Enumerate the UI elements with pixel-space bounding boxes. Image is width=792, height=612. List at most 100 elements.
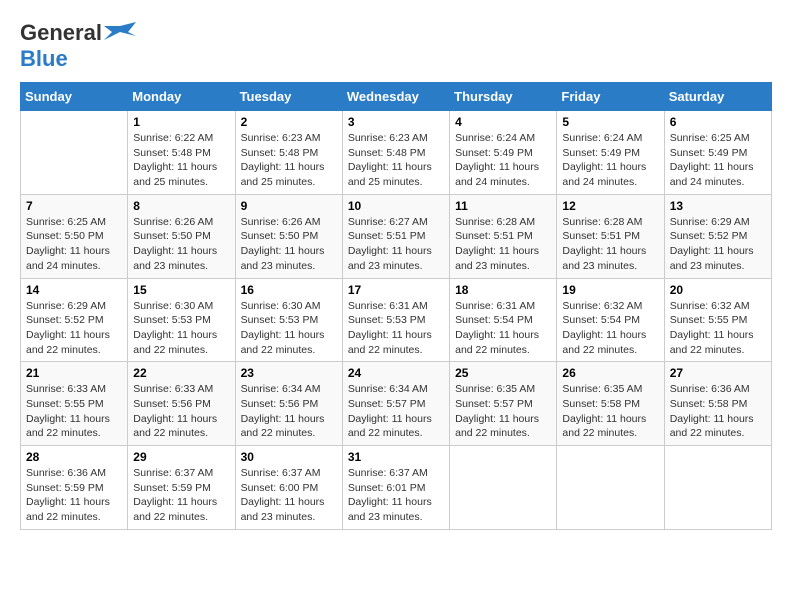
sunset-info: Sunset: 5:48 PM [133, 147, 211, 159]
sunrise-info: Sunrise: 6:24 AM [562, 132, 642, 144]
day-number: 18 [455, 283, 551, 297]
day-info: Sunrise: 6:30 AMSunset: 5:53 PMDaylight:… [133, 299, 229, 358]
sunset-info: Sunset: 5:49 PM [670, 147, 748, 159]
calendar-day-cell: 28 Sunrise: 6:36 AMSunset: 5:59 PMDayligh… [21, 446, 128, 530]
day-number: 16 [241, 283, 337, 297]
day-info: Sunrise: 6:37 AMSunset: 5:59 PMDaylight:… [133, 466, 229, 525]
daylight-info: Daylight: 11 hours [241, 161, 325, 173]
daylight-info: Daylight: 11 hours [133, 245, 217, 257]
calendar-day-cell: 3Sunrise: 6:23 AMSunset: 5:48 PMDaylight… [342, 111, 449, 195]
daylight-info: and 23 minutes. [455, 260, 530, 272]
sunrise-info: Sunrise: 6:23 AM [241, 132, 321, 144]
calendar-day-cell: 23Sunrise: 6:34 AMSunset: 5:56 PMDayligh… [235, 362, 342, 446]
calendar-day-cell: 22Sunrise: 6:33 AMSunset: 5:56 PMDayligh… [128, 362, 235, 446]
day-info: Sunrise: 6:30 AMSunset: 5:53 PMDaylight:… [241, 299, 337, 358]
daylight-info: Daylight: 11 hours [241, 329, 325, 341]
sunrise-info: Sunrise: 6:23 AM [348, 132, 428, 144]
sunset-info: Sunset: 5:57 PM [455, 398, 533, 410]
calendar-day-cell: 25Sunrise: 6:35 AMSunset: 5:57 PMDayligh… [450, 362, 557, 446]
page-header: General Blue [20, 20, 772, 72]
day-info: Sunrise: 6:24 AMSunset: 5:49 PMDaylight:… [455, 131, 551, 190]
daylight-info: Daylight: 11 hours [670, 413, 754, 425]
daylight-info: Daylight: 11 hours [455, 413, 539, 425]
day-info: Sunrise: 6:25 AMSunset: 5:50 PMDaylight:… [26, 215, 122, 274]
day-number: 10 [348, 199, 444, 213]
day-number: 15 [133, 283, 229, 297]
day-number: 5 [562, 115, 658, 129]
calendar-day-cell: 2Sunrise: 6:23 AMSunset: 5:48 PMDaylight… [235, 111, 342, 195]
calendar-day-cell: 27Sunrise: 6:36 AMSunset: 5:58 PMDayligh… [664, 362, 771, 446]
day-info: Sunrise: 6:31 AMSunset: 5:54 PMDaylight:… [455, 299, 551, 358]
daylight-info: Daylight: 11 hours [670, 161, 754, 173]
day-info: Sunrise: 6:32 AMSunset: 5:54 PMDaylight:… [562, 299, 658, 358]
daylight-info: Daylight: 11 hours [348, 329, 432, 341]
calendar-day-header: Wednesday [342, 83, 449, 111]
sunrise-info: Sunrise: 6:31 AM [455, 300, 535, 312]
day-info: Sunrise: 6:37 AMSunset: 6:00 PMDaylight:… [241, 466, 337, 525]
day-info: Sunrise: 6:28 AMSunset: 5:51 PMDaylight:… [455, 215, 551, 274]
sunset-info: Sunset: 5:59 PM [26, 482, 104, 494]
sunset-info: Sunset: 5:55 PM [26, 398, 104, 410]
day-info: Sunrise: 6:23 AMSunset: 5:48 PMDaylight:… [348, 131, 444, 190]
daylight-info: and 23 minutes. [241, 511, 316, 523]
daylight-info: Daylight: 11 hours [562, 329, 646, 341]
calendar-day-cell: 30Sunrise: 6:37 AMSunset: 6:00 PMDayligh… [235, 446, 342, 530]
daylight-info: Daylight: 11 hours [26, 496, 110, 508]
day-info: Sunrise: 6:26 AMSunset: 5:50 PMDaylight:… [241, 215, 337, 274]
calendar-day-cell: 10Sunrise: 6:27 AMSunset: 5:51 PMDayligh… [342, 194, 449, 278]
day-number: 8 [133, 199, 229, 213]
calendar-table: SundayMondayTuesdayWednesdayThursdayFrid… [20, 82, 772, 530]
day-number: 14 [26, 283, 122, 297]
daylight-info: and 22 minutes. [670, 427, 745, 439]
sunrise-info: Sunrise: 6:26 AM [241, 216, 321, 228]
day-number: 20 [670, 283, 766, 297]
daylight-info: Daylight: 11 hours [455, 245, 539, 257]
sunrise-info: Sunrise: 6:33 AM [133, 383, 213, 395]
daylight-info: Daylight: 11 hours [26, 245, 110, 257]
sunrise-info: Sunrise: 6:29 AM [670, 216, 750, 228]
day-number: 26 [562, 366, 658, 380]
daylight-info: Daylight: 11 hours [348, 161, 432, 173]
calendar-day-header: Saturday [664, 83, 771, 111]
calendar-day-cell [664, 446, 771, 530]
calendar-day-cell: 15 Sunrise: 6:30 AMSunset: 5:53 PMDayligh… [128, 278, 235, 362]
calendar-day-cell: 19Sunrise: 6:32 AMSunset: 5:54 PMDayligh… [557, 278, 664, 362]
sunrise-info: Sunrise: 6:30 AM [241, 300, 321, 312]
day-info: Sunrise: 6:32 AMSunset: 5:55 PMDaylight:… [670, 299, 766, 358]
daylight-info: and 22 minutes. [26, 427, 101, 439]
day-info: Sunrise: 6:33 AMSunset: 5:55 PMDaylight:… [26, 382, 122, 441]
day-number: 13 [670, 199, 766, 213]
sunrise-info: Sunrise: 6:22 AM [133, 132, 213, 144]
daylight-info: and 22 minutes. [133, 511, 208, 523]
calendar-day-cell: 12Sunrise: 6:28 AMSunset: 5:51 PMDayligh… [557, 194, 664, 278]
day-info: Sunrise: 6:36 AMSunset: 5:59 PMDaylight:… [26, 466, 122, 525]
logo: General Blue [20, 20, 136, 72]
day-number: 29 [133, 450, 229, 464]
sunset-info: Sunset: 5:57 PM [348, 398, 426, 410]
sunset-info: Sunset: 5:51 PM [455, 230, 533, 242]
calendar-day-cell: 14Sunrise: 6:29 AMSunset: 5:52 PMDayligh… [21, 278, 128, 362]
day-number: 28 [26, 450, 122, 464]
daylight-info: Daylight: 11 hours [562, 413, 646, 425]
sunrise-info: Sunrise: 6:37 AM [133, 467, 213, 479]
calendar-day-header: Monday [128, 83, 235, 111]
day-number: 1 [133, 115, 229, 129]
sunset-info: Sunset: 5:55 PM [670, 314, 748, 326]
day-info: Sunrise: 6:37 AMSunset: 6:01 PMDaylight:… [348, 466, 444, 525]
calendar-day-header: Friday [557, 83, 664, 111]
day-info: Sunrise: 6:31 AMSunset: 5:53 PMDaylight:… [348, 299, 444, 358]
daylight-info: and 22 minutes. [26, 344, 101, 356]
daylight-info: Daylight: 11 hours [562, 245, 646, 257]
sunrise-info: Sunrise: 6:33 AM [26, 383, 106, 395]
daylight-info: Daylight: 11 hours [455, 329, 539, 341]
day-number: 17 [348, 283, 444, 297]
day-info: Sunrise: 6:33 AMSunset: 5:56 PMDaylight:… [133, 382, 229, 441]
day-number: 31 [348, 450, 444, 464]
sunset-info: Sunset: 5:56 PM [241, 398, 319, 410]
calendar-day-cell: 11Sunrise: 6:28 AMSunset: 5:51 PMDayligh… [450, 194, 557, 278]
logo-bird-icon [104, 22, 136, 44]
day-number: 4 [455, 115, 551, 129]
calendar-day-cell: 29 Sunrise: 6:37 AMSunset: 5:59 PMDayligh… [128, 446, 235, 530]
sunset-info: Sunset: 6:01 PM [348, 482, 426, 494]
daylight-info: and 24 minutes. [26, 260, 101, 272]
